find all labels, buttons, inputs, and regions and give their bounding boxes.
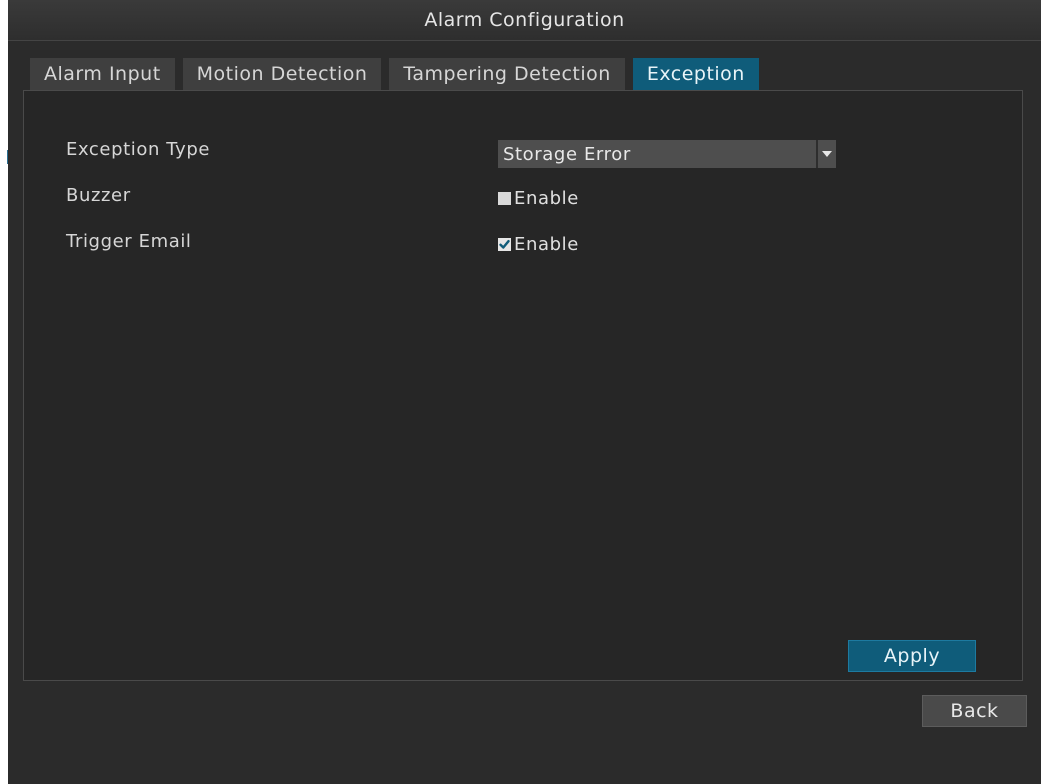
apply-button[interactable]: Apply bbox=[848, 640, 976, 672]
tab-exception[interactable]: Exception bbox=[632, 58, 759, 90]
checkbox-checked-icon[interactable] bbox=[498, 238, 511, 251]
trigger-email-enable-label: Enable bbox=[514, 234, 579, 255]
buzzer-row: Buzzer bbox=[66, 185, 131, 206]
exception-type-label: Exception Type bbox=[66, 139, 211, 160]
tab-tampering-detection[interactable]: Tampering Detection bbox=[389, 58, 625, 90]
tab-label: Tampering Detection bbox=[403, 63, 611, 85]
dropdown-button[interactable] bbox=[816, 140, 836, 168]
chevron-down-icon bbox=[822, 151, 832, 157]
exception-type-select[interactable]: Storage Error bbox=[498, 140, 836, 168]
tab-label: Motion Detection bbox=[196, 63, 368, 85]
tab-label: Alarm Input bbox=[44, 63, 161, 85]
trigger-email-label: Trigger Email bbox=[66, 231, 192, 252]
checkbox-unchecked-icon[interactable] bbox=[498, 192, 511, 205]
exception-type-row: Exception Type bbox=[66, 139, 210, 160]
tab-label: Exception bbox=[646, 63, 745, 85]
buzzer-enable-label: Enable bbox=[514, 188, 579, 209]
trigger-email-row: Trigger Email bbox=[66, 231, 192, 252]
exception-settings-panel: Exception Type Storage Error Buzzer Enab… bbox=[23, 90, 1023, 681]
buzzer-label: Buzzer bbox=[66, 185, 131, 206]
window-titlebar: Alarm Configuration bbox=[8, 0, 1041, 41]
tab-bar: Alarm Input Motion Detection Tampering D… bbox=[30, 58, 759, 90]
back-button-label: Back bbox=[950, 700, 999, 722]
tab-alarm-input[interactable]: Alarm Input bbox=[30, 58, 175, 90]
tab-motion-detection[interactable]: Motion Detection bbox=[182, 58, 382, 90]
exception-type-value: Storage Error bbox=[503, 143, 631, 165]
window-title: Alarm Configuration bbox=[424, 9, 625, 31]
trigger-email-checkbox[interactable]: Enable bbox=[498, 234, 579, 255]
apply-button-label: Apply bbox=[883, 645, 941, 667]
alarm-configuration-window: Alarm Configuration Alarm Input Motion D… bbox=[8, 0, 1041, 784]
buzzer-checkbox[interactable]: Enable bbox=[498, 188, 579, 209]
back-button[interactable]: Back bbox=[922, 695, 1027, 727]
checkmark-icon bbox=[499, 240, 510, 249]
